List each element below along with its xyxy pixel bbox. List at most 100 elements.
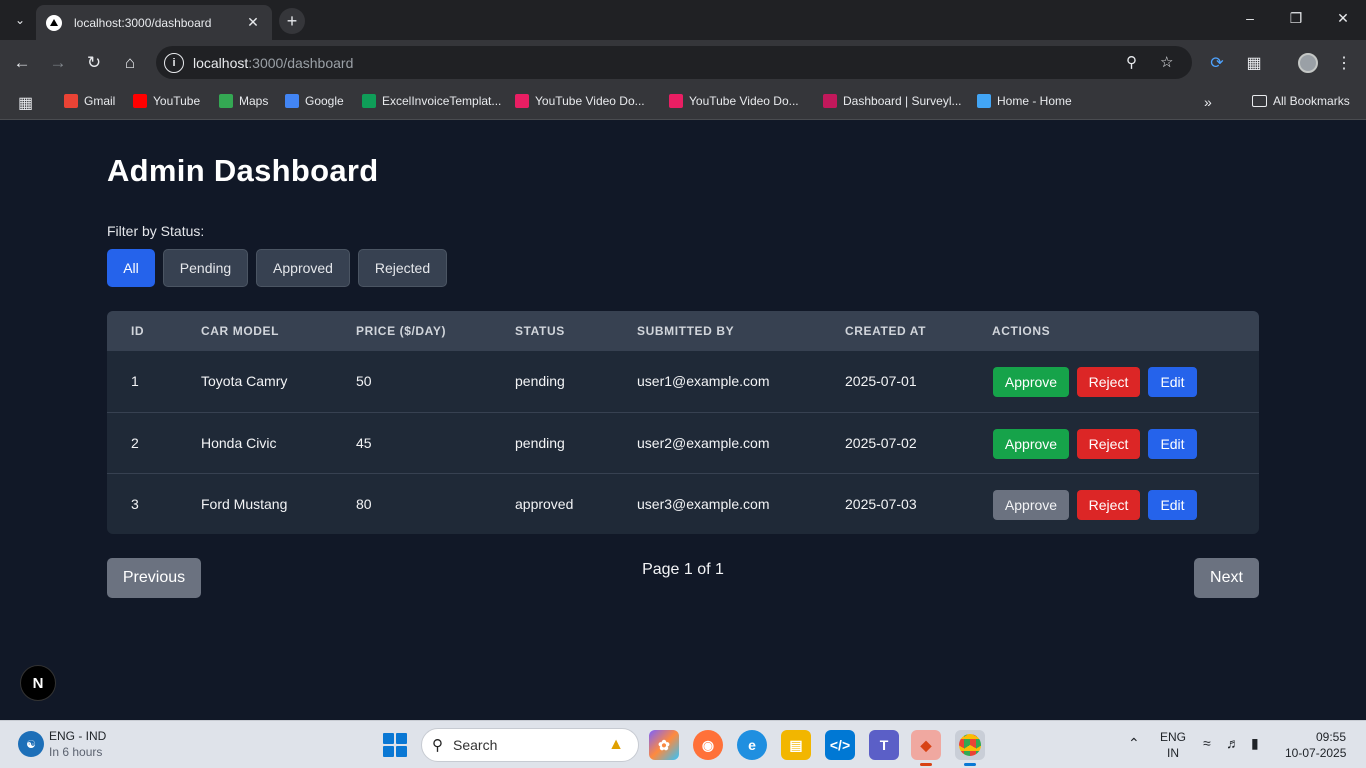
taskbar-search-box[interactable]: ⚲ Search ▲ — [421, 728, 639, 762]
bookmark-item[interactable]: Dashboard | Surveyl... — [823, 94, 962, 108]
filter-label: Filter by Status: — [107, 223, 205, 239]
search-highlight-icon: ▲ — [608, 736, 624, 753]
extension-c-icon[interactable]: ⟳ — [1206, 52, 1228, 74]
filter-rejected-button[interactable]: Rejected — [358, 249, 447, 287]
tab-close-icon[interactable]: ✕ — [244, 14, 262, 31]
cell-submitted-by: user1@example.com — [637, 373, 770, 389]
extensions-puzzle-icon[interactable]: ▦ — [1243, 52, 1265, 74]
tab-active[interactable]: localhost:3000/dashboard ✕ — [36, 5, 272, 40]
filter-pending-button[interactable]: Pending — [163, 249, 248, 287]
vscode-icon[interactable]: </> — [825, 730, 855, 760]
bookmark-item[interactable]: Maps — [219, 94, 268, 108]
tray-overflow-chevron-icon[interactable]: ⌃ — [1128, 735, 1140, 752]
cell-created-at: 2025-07-03 — [845, 496, 917, 512]
approve-button-disabled[interactable]: Approve — [993, 490, 1069, 520]
cell-status: pending — [515, 373, 565, 389]
file-explorer-icon[interactable]: ▤ — [781, 730, 811, 760]
column-header-price: PRICE ($/DAY) — [356, 324, 447, 338]
cell-car-model: Honda Civic — [201, 435, 277, 451]
table-header: ID CAR MODEL PRICE ($/DAY) STATUS SUBMIT… — [107, 311, 1259, 351]
edge-icon[interactable]: e — [737, 730, 767, 760]
cell-status: pending — [515, 435, 565, 451]
home-icon[interactable]: ⌂ — [119, 52, 141, 74]
menu-kebab-icon[interactable]: ⋮ — [1333, 52, 1355, 74]
tab-title: localhost:3000/dashboard — [74, 15, 212, 30]
approve-button[interactable]: Approve — [993, 367, 1069, 397]
close-window-icon[interactable]: ✕ — [1333, 10, 1353, 27]
cell-submitted-by: user3@example.com — [637, 496, 770, 512]
firefox-icon[interactable]: ◉ — [693, 730, 723, 760]
cell-created-at: 2025-07-01 — [845, 373, 917, 389]
apps-grid-icon[interactable]: ▦ — [18, 93, 33, 113]
tab-search-chevron-icon[interactable]: ⌄ — [8, 8, 32, 32]
bookmark-star-icon[interactable]: ☆ — [1160, 53, 1173, 71]
cell-price: 50 — [356, 373, 372, 389]
cell-car-model: Toyota Camry — [201, 373, 288, 389]
forward-icon[interactable]: → — [47, 52, 69, 74]
all-bookmarks[interactable]: All Bookmarks — [1252, 94, 1350, 108]
chrome-icon[interactable] — [955, 730, 985, 766]
windows-start-icon[interactable] — [383, 733, 407, 757]
password-key-icon[interactable]: ⚲ — [1126, 53, 1137, 71]
table-row: 1 Toyota Camry 50 pending user1@example.… — [107, 351, 1259, 412]
reject-button[interactable]: Reject — [1077, 429, 1140, 459]
edit-button[interactable]: Edit — [1148, 490, 1197, 520]
bookmark-item[interactable]: Gmail — [64, 94, 115, 108]
edit-button[interactable]: Edit — [1148, 429, 1197, 459]
edit-button[interactable]: Edit — [1148, 367, 1197, 397]
clock-date[interactable]: 10-07-2025 — [1285, 746, 1346, 760]
teams-icon[interactable]: T — [869, 730, 899, 760]
clock-time[interactable]: 09:55 — [1316, 730, 1346, 744]
filter-all-button[interactable]: All — [107, 249, 155, 287]
column-header-actions: ACTIONS — [992, 324, 1051, 338]
video-download-icon — [669, 94, 683, 108]
folder-icon — [1252, 95, 1267, 107]
weather-widget-icon[interactable]: ☯ — [18, 731, 44, 757]
bookmarks-overflow-icon[interactable]: » — [1204, 94, 1212, 110]
minimize-icon[interactable]: – — [1240, 10, 1260, 26]
new-tab-button[interactable]: + — [279, 8, 305, 34]
site-info-icon[interactable]: i — [164, 52, 184, 73]
next-page-button[interactable]: Next — [1194, 558, 1259, 598]
taskbar-search-placeholder: Search — [453, 737, 498, 753]
approve-button[interactable]: Approve — [993, 429, 1069, 459]
weather-subtitle[interactable]: In 6 hours — [49, 745, 102, 759]
bookmark-item[interactable]: YouTube Video Do... — [515, 94, 645, 108]
nextjs-dev-badge[interactable]: N — [20, 665, 56, 701]
wifi-icon[interactable]: ≈ — [1203, 735, 1211, 751]
video-download-icon — [515, 94, 529, 108]
language-top[interactable]: ENG — [1160, 730, 1186, 744]
reject-button[interactable]: Reject — [1077, 367, 1140, 397]
restore-icon[interactable]: ❐ — [1286, 10, 1306, 27]
url-host: localhost — [193, 54, 249, 71]
cell-id: 2 — [131, 435, 139, 451]
filter-approved-button[interactable]: Approved — [256, 249, 350, 287]
bookmark-item[interactable]: YouTube Video Do... — [669, 94, 799, 108]
back-icon[interactable]: ← — [11, 52, 33, 74]
profile-avatar-icon[interactable] — [1297, 52, 1319, 74]
cell-price: 45 — [356, 435, 372, 451]
reload-icon[interactable]: ↻ — [83, 52, 105, 74]
cell-submitted-by: user2@example.com — [637, 435, 770, 451]
youtube-icon — [133, 94, 147, 108]
language-bottom[interactable]: IN — [1167, 746, 1179, 760]
weather-title[interactable]: ENG - IND — [49, 729, 106, 743]
bookmark-item[interactable]: Home - Home — [977, 94, 1072, 108]
page-title: Admin Dashboard — [107, 153, 379, 188]
copilot-icon[interactable]: ✿ — [649, 730, 679, 760]
battery-icon[interactable]: ▮ — [1251, 735, 1259, 752]
bookmark-label: Google — [305, 94, 344, 108]
bookmarks-bar: ▦ Gmail YouTube Maps Google ExcelInvoiceTemp… — [0, 86, 1366, 120]
reject-button[interactable]: Reject — [1077, 490, 1140, 520]
address-bar[interactable]: i localhost:3000/dashboard ⚲ ☆ — [156, 46, 1192, 79]
bookmark-item[interactable]: ExcelInvoiceTemplat... — [362, 94, 501, 108]
bookmark-item[interactable]: Google — [285, 94, 344, 108]
nextjs-favicon-icon — [46, 14, 62, 31]
volume-icon[interactable]: ♬ — [1226, 735, 1240, 751]
git-client-icon[interactable]: ◆ — [911, 730, 941, 766]
bookmark-label: ExcelInvoiceTemplat... — [382, 94, 502, 108]
table-row: 3 Ford Mustang 80 approved user3@example… — [107, 473, 1259, 534]
bookmark-item[interactable]: YouTube — [133, 94, 200, 108]
bookmark-label: YouTube — [153, 94, 201, 108]
cell-created-at: 2025-07-02 — [845, 435, 917, 451]
